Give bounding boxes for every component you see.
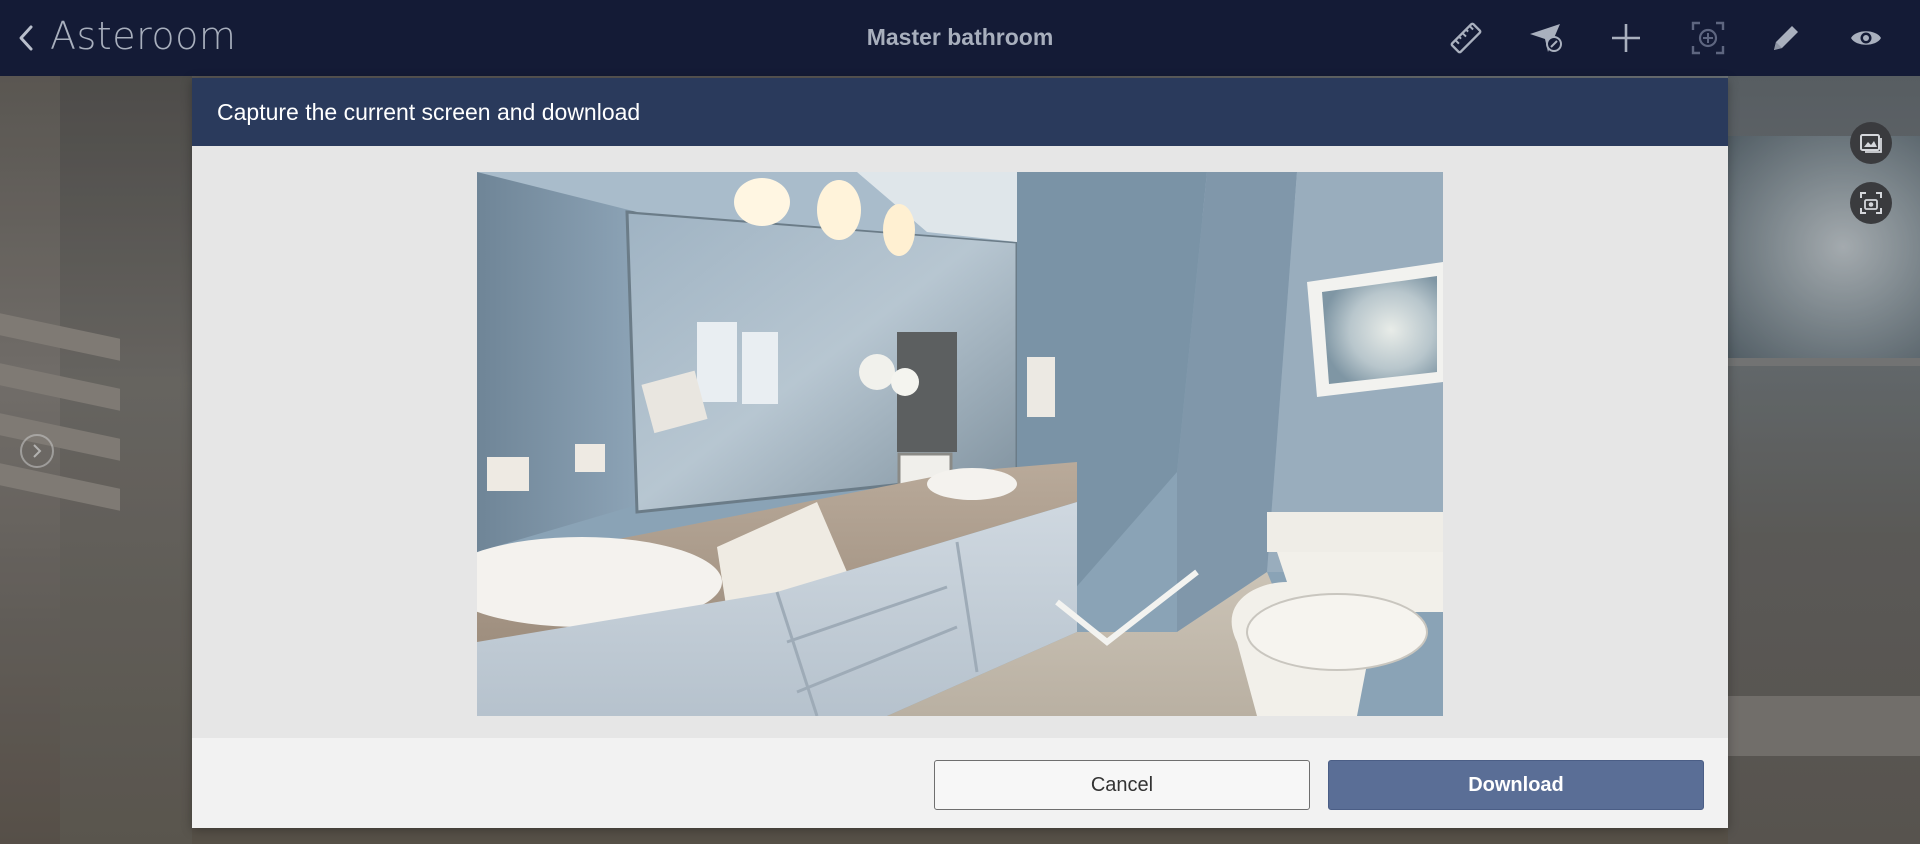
plus-icon [1612, 24, 1640, 52]
dialog-header: Capture the current screen and download [192, 78, 1728, 146]
app-logo-text: Asteroom [50, 14, 237, 58]
capture-preview-image [477, 172, 1443, 716]
pencil-icon [1774, 26, 1798, 50]
eye-icon [1851, 31, 1881, 45]
ruler-icon [1450, 22, 1482, 54]
capture-dialog: Capture the current screen and download [192, 78, 1728, 828]
chevron-right-icon [33, 444, 42, 458]
edit-button[interactable] [1766, 18, 1806, 58]
navigate-button[interactable] [1526, 18, 1566, 58]
bathroom-scene [477, 172, 1443, 716]
screenshot-button[interactable] [1850, 182, 1892, 224]
paper-plane-icon [1530, 24, 1562, 52]
next-scene-button[interactable] [20, 434, 54, 468]
gallery-button[interactable] [1850, 122, 1892, 164]
dialog-footer: Cancel Download [192, 738, 1728, 828]
download-button[interactable]: Download [1328, 760, 1704, 810]
dialog-title: Capture the current screen and download [217, 98, 641, 125]
chevron-left-icon [19, 25, 33, 51]
image-icon [1860, 134, 1882, 153]
top-bar: Asteroom Master bathroom [0, 0, 1920, 76]
focus-button[interactable] [1688, 18, 1728, 58]
dialog-body [192, 146, 1728, 738]
back-button[interactable] [14, 22, 38, 54]
camera-capture-icon [1860, 192, 1882, 214]
focus-target-icon [1691, 21, 1725, 55]
measure-button[interactable] [1446, 18, 1486, 58]
add-hotspot-button[interactable] [1606, 18, 1646, 58]
app-logo[interactable]: Asteroom [50, 14, 236, 58]
cancel-button[interactable]: Cancel [934, 760, 1310, 810]
view-button[interactable] [1846, 18, 1886, 58]
